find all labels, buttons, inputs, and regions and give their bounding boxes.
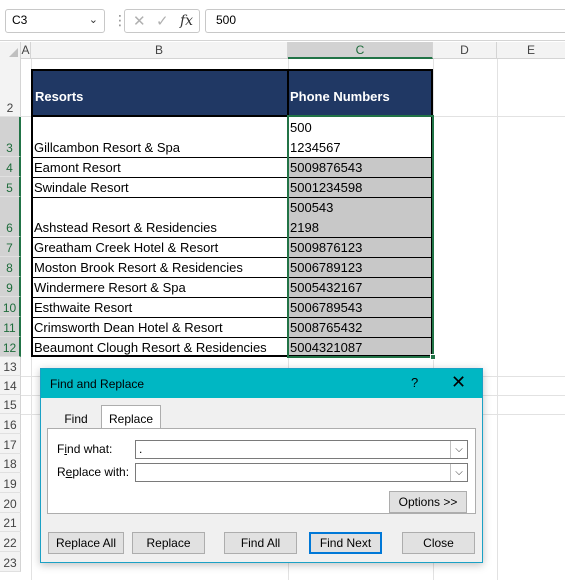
row-header-15[interactable]: 15 bbox=[0, 395, 21, 414]
tab-find[interactable]: Find bbox=[54, 409, 98, 430]
replace-with-label: Replace with: bbox=[57, 465, 130, 479]
find-replace-dialog: Find and Replace ? ✕ Find Replace Find w… bbox=[40, 368, 483, 563]
row-border bbox=[31, 297, 433, 298]
cell-phone[interactable]: 1234567 bbox=[290, 140, 341, 155]
options-button[interactable]: Options >> bbox=[389, 491, 467, 513]
row-header-22[interactable]: 22 bbox=[0, 532, 21, 552]
row-header-18[interactable]: 18 bbox=[0, 454, 21, 473]
row-header-8[interactable]: 8 bbox=[0, 257, 21, 277]
cell-phone[interactable]: 5006789543 bbox=[290, 300, 362, 315]
dialog-title: Find and Replace bbox=[50, 377, 145, 391]
row-header-5[interactable]: 5 bbox=[0, 177, 21, 197]
header-divider bbox=[287, 71, 289, 115]
close-icon[interactable]: ✕ bbox=[451, 372, 466, 393]
row-header-21[interactable]: 21 bbox=[0, 513, 21, 532]
replace-button[interactable]: Replace bbox=[132, 532, 205, 554]
insert-function-icon[interactable]: fx bbox=[180, 13, 193, 29]
fill-handle[interactable] bbox=[430, 354, 436, 360]
cell-phone[interactable]: 5006789123 bbox=[290, 260, 362, 275]
row-header-9[interactable]: 9 bbox=[0, 277, 21, 297]
cell-resort[interactable]: Esthwaite Resort bbox=[34, 300, 132, 315]
find-all-button[interactable]: Find All bbox=[224, 532, 297, 554]
cell-resort[interactable]: Windermere Resort & Spa bbox=[34, 280, 186, 295]
column-header-c[interactable]: C bbox=[288, 42, 433, 59]
replace-tab-panel: Find what: . ⌵ Replace with: ⌵ Options >… bbox=[47, 428, 476, 514]
row-header-20[interactable]: 20 bbox=[0, 493, 21, 513]
row-header-19[interactable]: 19 bbox=[0, 473, 21, 493]
cell-resort[interactable]: Gillcambon Resort & Spa bbox=[34, 140, 180, 155]
cell-resort[interactable]: Beaumont Clough Resort & Residencies bbox=[34, 340, 267, 355]
find-next-button[interactable]: Find Next bbox=[309, 532, 382, 554]
cell-phone[interactable]: 5004321087 bbox=[290, 340, 362, 355]
formula-bar: C3 ⌄ ⋮ ✕ ✓ fx 500 bbox=[0, 0, 565, 41]
cell-phone[interactable]: 5009876123 bbox=[290, 240, 362, 255]
chevron-down-icon[interactable]: ⌵ bbox=[450, 464, 467, 481]
find-what-label: Find what: bbox=[57, 442, 113, 456]
column-header-b[interactable]: B bbox=[31, 42, 288, 59]
gridline bbox=[497, 59, 498, 580]
row-header-3[interactable]: 3 bbox=[0, 117, 21, 157]
chevron-down-icon[interactable]: ⌵ bbox=[450, 441, 467, 458]
cell-resort[interactable]: Ashstead Resort & Residencies bbox=[34, 220, 217, 235]
row-header-7[interactable]: 7 bbox=[0, 237, 21, 257]
name-box-value: C3 bbox=[12, 13, 28, 27]
table-header: Resorts Phone Numbers bbox=[31, 69, 433, 117]
cell-phone[interactable]: 5001234598 bbox=[290, 180, 362, 195]
cell-c6-line1[interactable]: 500543 bbox=[290, 200, 333, 215]
cell-phone[interactable]: 5008765432 bbox=[290, 320, 362, 335]
row-header-14[interactable]: 14 bbox=[0, 376, 21, 395]
cell-phone[interactable]: 5005432167 bbox=[290, 280, 362, 295]
column-headers: A B C D E bbox=[0, 42, 565, 59]
name-box[interactable]: C3 ⌄ bbox=[5, 9, 105, 33]
tab-replace[interactable]: Replace bbox=[101, 405, 161, 430]
cell-resort[interactable]: Eamont Resort bbox=[34, 160, 121, 175]
row-header-4[interactable]: 4 bbox=[0, 157, 21, 177]
cell-phone[interactable]: 5009876543 bbox=[290, 160, 362, 175]
row-border bbox=[31, 317, 433, 318]
row-header-6[interactable]: 6 bbox=[0, 197, 21, 237]
cell-phone[interactable]: 2198 bbox=[290, 220, 319, 235]
row-header-23[interactable]: 23 bbox=[0, 552, 21, 572]
formula-buttons: ✕ ✓ fx bbox=[124, 9, 200, 33]
row-border bbox=[31, 337, 433, 338]
row-header-16[interactable]: 16 bbox=[0, 414, 21, 434]
row-border bbox=[31, 157, 433, 158]
enter-icon[interactable]: ✓ bbox=[156, 12, 169, 30]
cell-resort[interactable]: Moston Brook Resort & Residencies bbox=[34, 260, 243, 275]
row-header-10[interactable]: 10 bbox=[0, 297, 21, 317]
chevron-down-icon[interactable]: ⌄ bbox=[89, 13, 98, 26]
column-header-e[interactable]: E bbox=[497, 42, 565, 59]
find-what-value: . bbox=[139, 442, 143, 456]
dialog-titlebar[interactable]: Find and Replace ? ✕ bbox=[41, 369, 482, 398]
row-border bbox=[31, 277, 433, 278]
cell-resort[interactable]: Crimsworth Dean Hotel & Resort bbox=[34, 320, 223, 335]
cell-resort[interactable]: Swindale Resort bbox=[34, 180, 129, 195]
help-icon[interactable]: ? bbox=[411, 375, 418, 390]
cell-resort[interactable]: Greatham Creek Hotel & Resort bbox=[34, 240, 218, 255]
row-header-11[interactable]: 11 bbox=[0, 317, 21, 337]
cell-c3-line1[interactable]: 500 bbox=[290, 120, 312, 135]
select-all-corner[interactable] bbox=[0, 42, 21, 59]
column-divider bbox=[287, 115, 288, 357]
row-header-12[interactable]: 12 bbox=[0, 337, 21, 357]
cancel-icon[interactable]: ✕ bbox=[133, 12, 146, 30]
row-border bbox=[31, 257, 433, 258]
row-header-17[interactable]: 17 bbox=[0, 434, 21, 454]
find-what-input[interactable]: . ⌵ bbox=[135, 440, 468, 459]
replace-all-button[interactable]: Replace All bbox=[48, 532, 124, 554]
replace-with-input[interactable]: ⌵ bbox=[135, 463, 468, 482]
row-border bbox=[31, 197, 433, 198]
column-header-d[interactable]: D bbox=[433, 42, 497, 59]
header-phone-numbers[interactable]: Phone Numbers bbox=[290, 89, 390, 104]
row-header-13[interactable]: 13 bbox=[0, 357, 21, 376]
close-button[interactable]: Close bbox=[402, 532, 475, 554]
row-header-2[interactable]: 2 bbox=[0, 59, 21, 117]
row-border bbox=[31, 237, 433, 238]
header-resorts[interactable]: Resorts bbox=[35, 89, 83, 104]
column-header-a[interactable]: A bbox=[21, 42, 31, 59]
formula-input[interactable]: 500 bbox=[205, 9, 565, 33]
row-border bbox=[31, 177, 433, 178]
